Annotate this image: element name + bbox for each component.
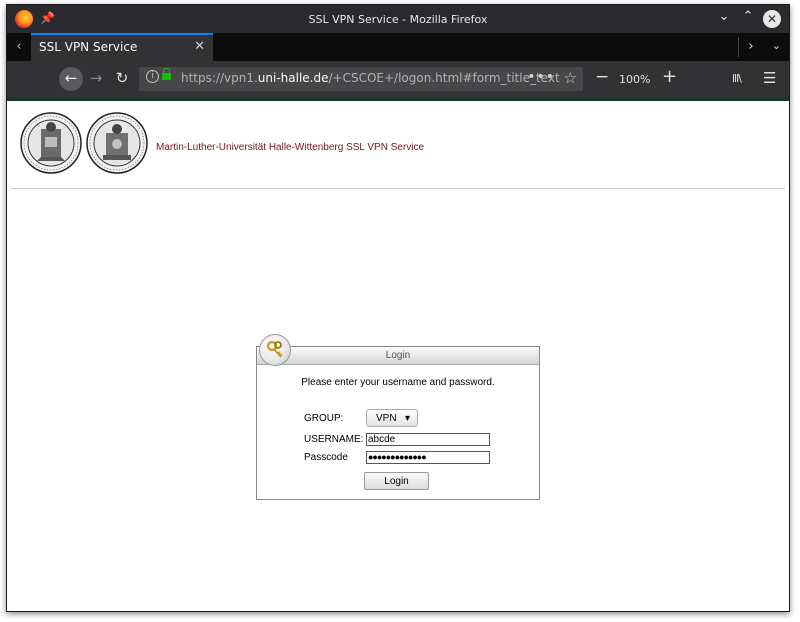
close-window-button[interactable]: ✕ <box>763 10 781 28</box>
site-header: Martin-Luther-Universität Halle-Wittenbe… <box>11 101 785 189</box>
group-label: GROUP: <box>304 413 344 424</box>
group-selected-value: VPN <box>376 413 397 424</box>
url-prefix: https://vpn1. <box>181 71 258 85</box>
login-button[interactable]: Login <box>364 472 429 490</box>
library-icon[interactable]: lll\ <box>732 72 742 85</box>
page-content: Martin-Luther-Universität Halle-Wittenbe… <box>7 101 789 611</box>
all-tabs-chevron-icon[interactable]: ⌄ <box>772 39 781 52</box>
passcode-field[interactable]: ●●●●●●●●●●●●● <box>366 451 490 464</box>
url-bar[interactable]: i https://vpn1.uni-halle.de/+CSCOE+/logo… <box>139 67 583 91</box>
zoom-in-button[interactable]: + <box>662 66 677 87</box>
hamburger-menu-icon[interactable]: ☰ <box>763 69 776 87</box>
back-button[interactable]: ← <box>59 67 83 91</box>
tabbar-divider <box>738 37 739 57</box>
tab-bar: ‹ SSL VPN Service ✕ › ⌄ <box>7 33 789 61</box>
username-field[interactable]: abcde <box>366 433 490 446</box>
tab-scroll-right-icon[interactable]: › <box>743 39 759 54</box>
login-panel: Login Please enter your username and pas… <box>256 334 540 500</box>
title-bar: 📌 SSL VPN Service - Mozilla Firefox ⌄ ⌃ … <box>7 5 789 33</box>
university-seal-icon <box>20 112 82 174</box>
login-panel-title: Login <box>385 350 411 361</box>
url-text[interactable]: https://vpn1.uni-halle.de/+CSCOE+/logon.… <box>181 71 560 85</box>
tab-scroll-left-icon[interactable]: ‹ <box>11 39 27 54</box>
site-info-icon[interactable]: i <box>146 70 159 83</box>
site-title: Martin-Luther-Universität Halle-Wittenbe… <box>156 142 425 153</box>
minimize-button[interactable]: ⌄ <box>715 9 733 24</box>
tab-label: SSL VPN Service <box>39 40 138 54</box>
bookmark-star-icon[interactable]: ☆ <box>564 69 577 87</box>
chevron-down-icon: ▾ <box>404 413 410 424</box>
login-panel-header: Login <box>257 347 539 365</box>
forward-button[interactable]: → <box>87 69 105 87</box>
university-seal-icon <box>86 112 148 174</box>
tab-close-icon[interactable]: ✕ <box>194 39 205 54</box>
url-path: /+CSCOE+/logon.html#form_title_text <box>328 71 560 85</box>
lock-icon[interactable] <box>162 68 171 80</box>
keys-icon <box>259 334 291 366</box>
zoom-level[interactable]: 100% <box>619 73 650 86</box>
passcode-label: Passcode <box>304 452 348 463</box>
login-instructions: Please enter your username and password. <box>301 377 495 388</box>
tab-ssl-vpn-service[interactable]: SSL VPN Service ✕ <box>31 33 213 61</box>
browser-window: 📌 SSL VPN Service - Mozilla Firefox ⌄ ⌃ … <box>6 4 790 612</box>
username-label: USERNAME: <box>304 434 364 445</box>
navigation-toolbar: ← → ↻ i https://vpn1.uni-halle.de/+CSCOE… <box>7 61 789 97</box>
page-actions-icon[interactable]: ••• <box>527 69 555 85</box>
zoom-out-button[interactable]: − <box>595 67 609 87</box>
group-select[interactable]: VPN ▾ <box>366 409 418 427</box>
url-domain: uni-halle.de <box>257 71 329 85</box>
maximize-button[interactable]: ⌃ <box>739 9 757 24</box>
window-title: SSL VPN Service - Mozilla Firefox <box>308 13 488 26</box>
reload-button[interactable]: ↻ <box>113 69 131 87</box>
